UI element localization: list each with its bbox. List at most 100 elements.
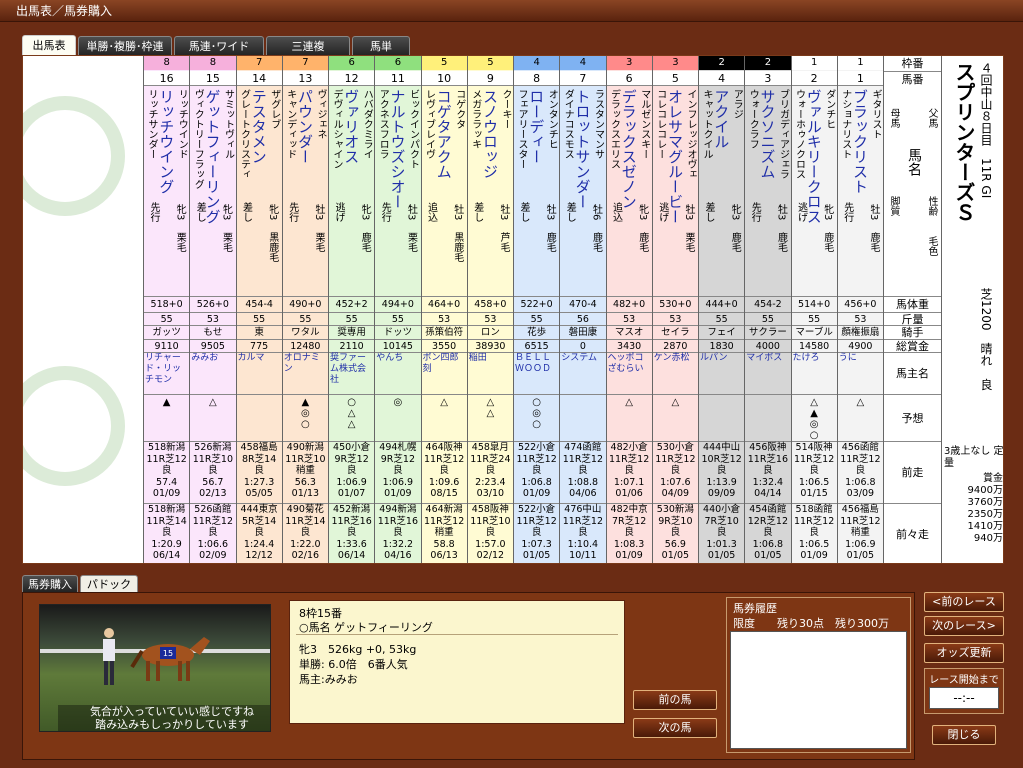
last-race-line: 522小倉 xyxy=(518,442,556,453)
horse-name[interactable]: ナルトウズシオー xyxy=(388,89,409,209)
horse-column[interactable]: 3 6 マルゼンスキー デラックスゼノン デラックスエリス 牝3 鹿毛 追込 482+0 53 マス… xyxy=(605,56,652,563)
horse-column[interactable]: 7 14 ザグレブ テスタメン グレートクリスティ 牝3 黒鹿毛 差し 454-4 55 東 775 カ… xyxy=(235,56,282,563)
prev-horse-button[interactable]: 前の馬 xyxy=(633,690,717,710)
horse-column[interactable]: 2 4 アラジ アクイル キャットクイル 牝3 鹿毛 差し 444+0 55 フェイ 1830 ルパン 4… xyxy=(698,56,745,563)
prev-race-button[interactable]: <前のレース xyxy=(924,592,1004,612)
prediction-marks[interactable]: ▲ ◎ ○ xyxy=(282,394,328,441)
sex-age: 牝3 xyxy=(729,204,741,221)
tab-2[interactable]: 馬連･ワイド xyxy=(174,36,264,56)
close-button[interactable]: 閉じる xyxy=(932,725,996,745)
total-prize: 10145 xyxy=(375,339,421,352)
horse-number: 1 xyxy=(837,71,883,86)
horse-column[interactable]: 2 3 ブリガディアジェラ サクソニズム ウォークラフ 牡3 鹿毛 先行 454-2 55 サクラー… xyxy=(744,56,791,563)
before-last-race-line: 1:06.8 xyxy=(752,538,784,550)
prediction-marks[interactable] xyxy=(236,394,282,441)
tab-4[interactable]: 馬単 xyxy=(352,36,410,56)
prediction-marks[interactable]: △ ▲ ◎ ○ xyxy=(791,394,837,441)
horse-name[interactable]: テスタメン xyxy=(249,89,270,164)
last-race-line: 526新潟 xyxy=(194,442,232,453)
kinryo: 55 xyxy=(745,312,791,325)
last-race-line: 05/05 xyxy=(245,488,273,500)
label-before-last-race: 前々走 xyxy=(884,503,941,563)
prediction-marks[interactable]: ▲ xyxy=(144,394,190,441)
horse-column[interactable]: 4 8 オンタンチヒ ローディー フェアリースター 牡3 鹿毛 差し 522+0 55 花歩 6515… xyxy=(513,56,560,563)
owner-name: みみお xyxy=(191,353,219,363)
horse-column[interactable]: 1 1 ギタリスト ブラックリスト ナショナリスト 牡3 鹿毛 先行 456+0 53 顔権振扇 49… xyxy=(836,56,883,563)
horse-column[interactable]: 4 7 ラスタンマンサ トロットサンダー ダイナコスモス 牡6 鹿毛 差し 470-4 56 磐田康… xyxy=(559,56,606,563)
horse-name[interactable]: リッチウイング xyxy=(156,89,177,194)
label-last-race: 前走 xyxy=(884,441,941,503)
horse-column[interactable]: 7 13 ヴィジェネ パウンダー キャンディッド 牡3 栗毛 先行 490+0 55 ワタル 1248… xyxy=(281,56,328,563)
horse-column[interactable]: 3 5 インフレッジオヴェ オレサマグルービー コレコレコレー 牡3 栗毛 逃げ 530+0 53… xyxy=(651,56,698,563)
before-last-race-line: 526函館 xyxy=(194,504,232,515)
prediction-marks[interactable]: ◎ xyxy=(375,394,421,441)
prediction-marks-text: ○ ◎ ○ xyxy=(532,397,541,430)
prediction-marks[interactable]: ○ △ △ xyxy=(329,394,375,441)
before-last-race-line: 良 xyxy=(300,527,311,539)
odds-update-button[interactable]: オッズ更新 xyxy=(924,643,1004,663)
horse-name[interactable]: ブラックリスト xyxy=(850,89,871,194)
last-race-line: 11R芝12 xyxy=(840,453,881,465)
before-last-race-line: 02/16 xyxy=(291,550,320,562)
horse-name[interactable]: コゲタアクム xyxy=(434,89,455,179)
tab-0[interactable]: 出馬表 xyxy=(22,35,76,56)
coat-color: 黒鹿毛 xyxy=(451,232,463,262)
next-race-button[interactable]: 次のレース> xyxy=(924,616,1004,636)
before-last-race-line: 11R芝16 xyxy=(331,515,372,527)
horse-column[interactable]: 8 15 サミットヴィル ゲットフィーリング ヴィクトリーフラッグ 牝3 栗毛 差し 526+0… xyxy=(189,56,236,563)
prediction-marks-text xyxy=(560,395,605,397)
horse-column[interactable]: 8 16 リッチウインド リッチウイング リッチサンダー 牝3 栗毛 先行 518+0 55 ガッツ… xyxy=(143,56,190,563)
last-race: 444中山 10R芝12 良 1:13.9 09/09 xyxy=(699,441,745,503)
before-last-race-line: 良 xyxy=(763,527,773,539)
prediction-marks[interactable]: ○ ◎ ○ xyxy=(514,394,560,441)
prediction-marks[interactable] xyxy=(560,394,606,441)
horse-column[interactable]: 1 2 ダンチヒ ヴァルキリークロス ウォーホゥノクロス 牝3 鹿毛 逃げ 514+0 55 マーブ… xyxy=(790,56,837,563)
paddock-view: 15 気合が入っていていい感じですね 踏み込みもしっかりしています xyxy=(39,604,271,732)
coat-color: 芦毛 xyxy=(498,232,509,252)
before-last-race-line: 12/12 xyxy=(245,550,273,562)
body-weight: 464+0 xyxy=(421,296,467,312)
ticket-history-list[interactable] xyxy=(730,631,907,749)
prediction-marks[interactable] xyxy=(699,394,745,441)
last-race-line: 1:07.6 xyxy=(660,476,691,488)
next-horse-button[interactable]: 次の馬 xyxy=(633,718,717,738)
horse-name[interactable]: パウンダー xyxy=(295,89,316,164)
horse-name[interactable]: スノウロッジ xyxy=(480,89,501,179)
prediction-marks[interactable]: △ xyxy=(837,394,883,441)
sex-age: 牡3 xyxy=(775,204,787,221)
bottom-tab-1[interactable]: パドック xyxy=(80,575,138,593)
horse-name[interactable]: アクイル xyxy=(711,89,732,149)
horse-column[interactable]: 5 10 コゲクタ コゲタアクム レヴィブレイヴ 牡3 黒鹿毛 追込 464+0 53 孫策伯符 35… xyxy=(420,56,467,563)
deco-ring-bottom xyxy=(23,366,125,486)
horse-name[interactable]: サクソニズム xyxy=(758,89,779,179)
prediction-marks[interactable]: △ xyxy=(606,394,652,441)
dam-name: リッチサンダー xyxy=(146,89,157,159)
horse-number: 12 xyxy=(329,71,375,86)
horse-number: 7 xyxy=(560,71,606,86)
coat-color: 鹿毛 xyxy=(359,232,371,252)
horse-name[interactable]: トロットサンダー xyxy=(573,89,594,209)
horse-name[interactable]: ローディー xyxy=(526,89,547,164)
waku-number: 5 xyxy=(467,56,513,70)
last-race-line: 1:09.6 xyxy=(428,476,460,488)
horse-number: 2 xyxy=(791,71,837,86)
label-owner: 馬主名 xyxy=(884,352,941,394)
horse-column[interactable]: 5 9 クーキー スノウロッジ メガララッキ 牡3 芦毛 差し 458+0 53 ロン 38930 稲田… xyxy=(466,56,513,563)
prediction-marks[interactable]: △ xyxy=(190,394,236,441)
horse-column[interactable]: 6 12 ハバダクミライ ヴァリオス デヴィルシャイン 牝3 鹿毛 逃げ 452+2 55 奨専用 2… xyxy=(328,56,375,563)
before-last-race-line: 476中山 xyxy=(564,504,602,515)
tab-1[interactable]: 単勝･複勝･枠連 xyxy=(78,36,172,56)
before-last-race-line: 01/05 xyxy=(754,550,782,562)
before-last-race-line: 良 xyxy=(531,527,542,539)
horse-name[interactable]: デラックスゼノン xyxy=(619,89,640,209)
last-race-line: 11R芝12 xyxy=(516,453,557,465)
prediction-marks[interactable] xyxy=(745,394,791,441)
prediction-marks[interactable]: △ △ xyxy=(467,394,513,441)
tab-3[interactable]: 三連複 xyxy=(266,36,350,56)
prediction-marks[interactable]: △ xyxy=(421,394,467,441)
horse-name[interactable]: ヴァリオス xyxy=(341,89,362,164)
last-race-line: 9R芝12 xyxy=(380,453,415,465)
bottom-tab-0[interactable]: 馬券購入 xyxy=(22,575,78,593)
horse-column[interactable]: 6 11 ビックインパクト ナルトウズシオー アクネスフロラ 牡3 栗毛 先行 494+0 55 ド… xyxy=(374,56,421,563)
prediction-marks[interactable]: △ xyxy=(652,394,698,441)
